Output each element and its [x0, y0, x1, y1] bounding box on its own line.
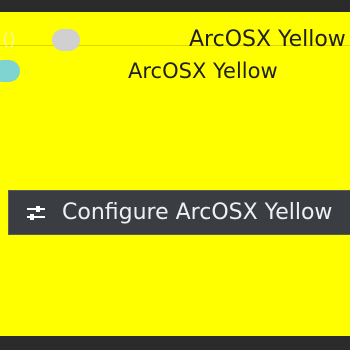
sliders-icon — [27, 206, 45, 220]
titlebar: ⟨⟩ ArcOSX Yellow — [0, 12, 350, 52]
titlebar-dot-icon — [52, 29, 80, 51]
header-title: ArcOSX Yellow — [128, 59, 278, 83]
arrows-icon: ⟨⟩ — [1, 29, 17, 50]
bottom-band — [0, 336, 350, 350]
configure-tooltip: Configure ArcOSX Yellow — [8, 190, 350, 235]
preview-frame: ⟨⟩ ArcOSX Yellow ArcOSX Yellow Configure… — [0, 0, 350, 350]
tooltip-label: Configure ArcOSX Yellow — [62, 200, 333, 225]
window-title: ArcOSX Yellow — [189, 27, 346, 52]
